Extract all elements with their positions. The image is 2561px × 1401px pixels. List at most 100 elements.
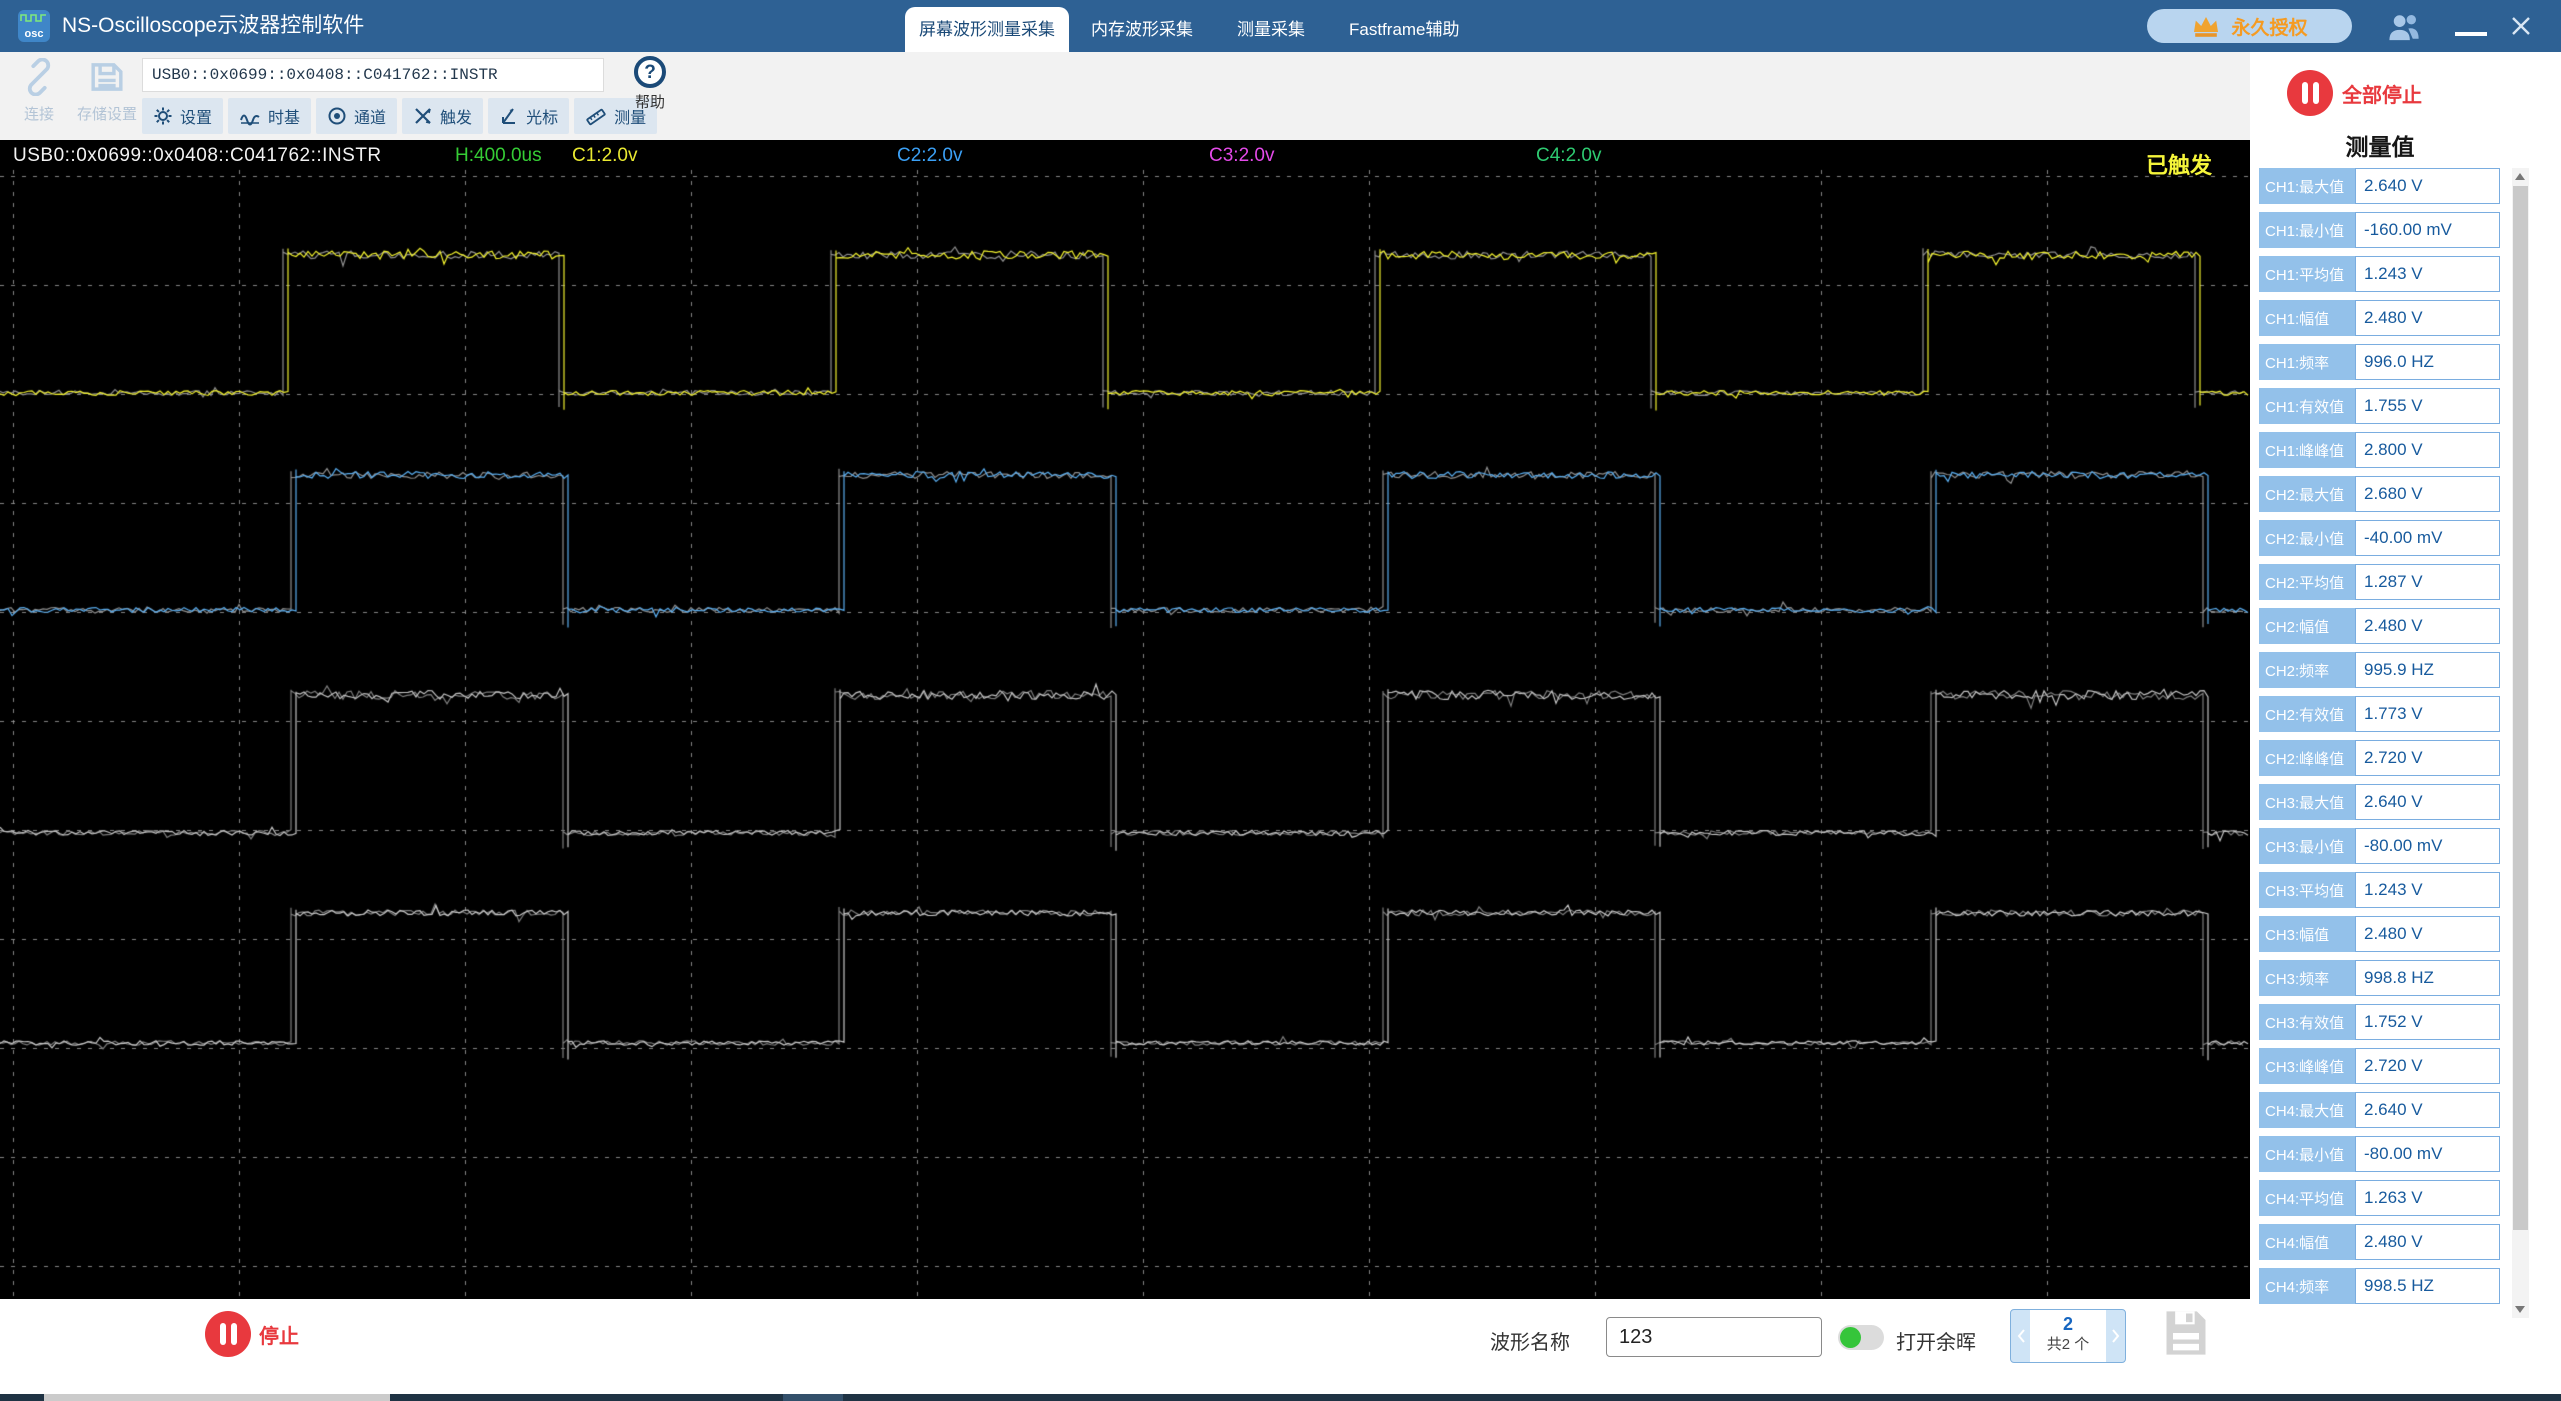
measurement-value: 2.720 V — [2355, 740, 2500, 776]
measurement-label: CH3:有效值 — [2259, 1004, 2355, 1040]
measurement-label: CH2:最大值 — [2259, 476, 2355, 512]
measurement-value: 998.8 HZ — [2355, 960, 2500, 996]
waveform-canvas — [0, 140, 2250, 1299]
measurement-value: 996.0 HZ — [2355, 344, 2500, 380]
measurement-row: CH1:频率 996.0 HZ — [2259, 344, 2500, 380]
measurement-label: CH1:最大值 — [2259, 168, 2355, 204]
trigger-status-badge: 已触发 — [2145, 153, 2212, 178]
scroll-up-icon[interactable] — [2512, 168, 2529, 185]
page-total: 共2 个 — [2046, 1336, 2090, 1353]
measurement-row: CH4:频率 998.5 HZ — [2259, 1268, 2500, 1304]
trigger-icon — [413, 106, 433, 126]
measurement-row: CH4:最小值 -80.00 mV — [2259, 1136, 2500, 1172]
tab-screen-acquisition[interactable]: 屏幕波形测量采集 — [905, 7, 1069, 52]
device-address-input[interactable] — [142, 58, 604, 92]
measurement-value: 995.9 HZ — [2355, 652, 2500, 688]
measurement-row: CH3:幅值 2.480 V — [2259, 916, 2500, 952]
measurement-row: CH3:峰峰值 2.720 V — [2259, 1048, 2500, 1084]
stop-button[interactable]: 停止 — [205, 1311, 299, 1357]
trigger-button[interactable]: 触发 — [402, 98, 484, 134]
measurement-row: CH2:幅值 2.480 V — [2259, 608, 2500, 644]
measurement-row: CH2:最小值 -40.00 mV — [2259, 520, 2500, 556]
page-indicator: 2 共2 个 — [2030, 1310, 2106, 1362]
main-tab-bar: 屏幕波形测量采集 内存波形采集 测量采集 Fastframe辅助 — [905, 0, 1482, 52]
measurement-label: CH3:平均值 — [2259, 872, 2355, 908]
measurement-label: CH1:平均值 — [2259, 256, 2355, 292]
measurement-row: CH2:平均值 1.287 V — [2259, 564, 2500, 600]
close-button[interactable] — [2508, 13, 2534, 39]
persistence-toggle[interactable] — [1838, 1325, 1884, 1350]
storage-settings-label: 存储设置 — [76, 106, 137, 123]
tab-memory-acquisition[interactable]: 内存波形采集 — [1069, 7, 1215, 52]
license-button[interactable]: 永久授权 — [2147, 9, 2352, 43]
measurement-value: 2.480 V — [2355, 300, 2500, 336]
measurement-value: 2.640 V — [2355, 1092, 2500, 1128]
measurement-label: CH2:平均值 — [2259, 564, 2355, 600]
page-next-button[interactable] — [2106, 1310, 2125, 1362]
measurement-label: CH2:有效值 — [2259, 696, 2355, 732]
measurement-label: CH2:幅值 — [2259, 608, 2355, 644]
chevron-left-icon — [2017, 1329, 2025, 1343]
connect-button[interactable]: 连接 — [4, 57, 74, 124]
measurement-row: CH2:最大值 2.680 V — [2259, 476, 2500, 512]
toolbar-button-label: 设置 — [180, 110, 213, 127]
close-icon — [2512, 17, 2530, 35]
toolbar-button-label: 触发 — [440, 110, 473, 127]
page-selector: 2 共2 个 — [2010, 1309, 2126, 1363]
cursor-icon — [499, 106, 519, 126]
tab-measure-acquisition[interactable]: 测量采集 — [1215, 7, 1327, 52]
measurement-label: CH4:平均值 — [2259, 1180, 2355, 1216]
measurement-row: CH2:峰峰值 2.720 V — [2259, 740, 2500, 776]
measurement-row: CH1:平均值 1.243 V — [2259, 256, 2500, 292]
taskbar-edge — [0, 1394, 44, 1401]
scroll-down-icon[interactable] — [2512, 1301, 2529, 1318]
timebase-button[interactable]: 时基 — [228, 98, 312, 134]
measurement-label: CH2:峰峰值 — [2259, 740, 2355, 776]
help-icon: ? — [634, 56, 666, 88]
measurement-value: 2.800 V — [2355, 432, 2500, 468]
settings-button[interactable]: 设置 — [142, 98, 224, 134]
stop-all-button[interactable]: 全部停止 — [2287, 70, 2422, 116]
measurement-value: 1.755 V — [2355, 388, 2500, 424]
logo-waveform-icon — [20, 14, 46, 22]
measurement-row: CH4:平均值 1.263 V — [2259, 1180, 2500, 1216]
measurement-value: 1.243 V — [2355, 872, 2500, 908]
taskbar-edge — [843, 1394, 2561, 1401]
link-icon — [27, 57, 51, 97]
measurement-label: CH3:最小值 — [2259, 828, 2355, 864]
measurement-value: -80.00 mV — [2355, 1136, 2500, 1172]
measurement-label: CH3:幅值 — [2259, 916, 2355, 952]
measurement-row: CH3:最大值 2.640 V — [2259, 784, 2500, 820]
minimize-button[interactable] — [2455, 32, 2487, 36]
measurement-scrollbar[interactable] — [2512, 168, 2529, 1318]
tab-fastframe[interactable]: Fastframe辅助 — [1327, 7, 1482, 52]
page-prev-button[interactable] — [2011, 1310, 2030, 1362]
users-icon[interactable] — [2385, 12, 2423, 47]
measurement-value: -160.00 mV — [2355, 212, 2500, 248]
measurement-row: CH1:峰峰值 2.800 V — [2259, 432, 2500, 468]
app-window: osc NS-Oscilloscope示波器控制软件 屏幕波形测量采集 内存波形采… — [0, 0, 2561, 1401]
measurement-label: CH4:频率 — [2259, 1268, 2355, 1304]
channel-button[interactable]: 通道 — [316, 98, 398, 134]
channel-label-c2: C2:2.0v — [897, 145, 963, 166]
measurement-label: CH1:有效值 — [2259, 388, 2355, 424]
cursor-button[interactable]: 光标 — [488, 98, 570, 134]
title-bar: osc NS-Oscilloscope示波器控制软件 屏幕波形测量采集 内存波形采… — [0, 0, 2561, 52]
chevron-right-icon — [2111, 1329, 2119, 1343]
scrollbar-thumb[interactable] — [2513, 186, 2528, 1230]
toggle-knob — [1840, 1327, 1861, 1348]
measurement-label: CH4:最大值 — [2259, 1092, 2355, 1128]
measurement-label: CH4:幅值 — [2259, 1224, 2355, 1260]
storage-disk-icon — [91, 63, 123, 91]
channel-label-c3: C3:2.0v — [1209, 145, 1275, 166]
gear-icon — [153, 106, 173, 126]
measurement-row: CH3:频率 998.8 HZ — [2259, 960, 2500, 996]
measurement-label: CH3:峰峰值 — [2259, 1048, 2355, 1084]
measurement-value: 2.640 V — [2355, 168, 2500, 204]
measurement-value: 2.480 V — [2355, 608, 2500, 644]
measurement-label: CH1:最小值 — [2259, 212, 2355, 248]
save-waveform-button[interactable] — [2162, 1307, 2210, 1361]
waveform-name-input[interactable] — [1606, 1317, 1822, 1357]
help-button[interactable]: ? 帮助 — [626, 56, 674, 112]
storage-settings-button[interactable]: 存储设置 — [72, 58, 142, 124]
